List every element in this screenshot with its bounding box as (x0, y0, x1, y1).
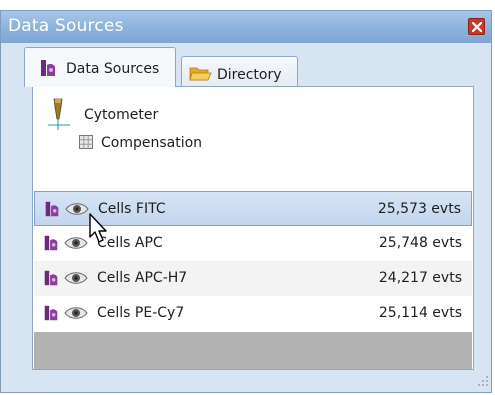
flask-icon (42, 234, 60, 256)
title-bar[interactable]: Data Sources (1, 11, 491, 43)
folder-icon (188, 63, 212, 87)
grid-icon (79, 135, 93, 153)
flask-icon (43, 200, 61, 222)
panel-footer (34, 332, 472, 369)
eye-icon[interactable] (65, 202, 89, 220)
flask-icon (42, 304, 60, 326)
data-source-name: Cells APC-H7 (97, 270, 188, 286)
tab-directory[interactable]: Directory (181, 56, 298, 87)
flask-icon (42, 269, 60, 291)
tab-data-sources-label: Data Sources (66, 61, 160, 77)
data-source-row[interactable]: Cells APC-H7 24,217 evts (34, 261, 472, 296)
flask-icon (38, 58, 58, 82)
event-count: 25,114 evts (378, 305, 462, 321)
close-button[interactable] (468, 18, 485, 35)
eye-icon[interactable] (64, 271, 88, 289)
tree-item-cytometer[interactable]: Cytometer (48, 97, 208, 130)
data-source-name: Cells PE-Cy7 (97, 305, 185, 321)
mouse-pointer-icon (88, 213, 112, 249)
tree-item-compensation[interactable]: Compensation (79, 131, 279, 157)
cytometer-icon (48, 97, 72, 135)
close-icon (472, 22, 482, 32)
cytometer-label: Cytometer (84, 107, 159, 123)
compensation-label: Compensation (101, 135, 203, 151)
eye-icon[interactable] (64, 306, 88, 324)
event-count: 25,573 evts (377, 201, 461, 217)
data-source-row[interactable]: Cells PE-Cy7 25,114 evts (34, 296, 472, 331)
tab-data-sources[interactable]: Data Sources (24, 47, 176, 87)
tab-directory-label: Directory (217, 67, 282, 83)
event-count: 24,217 evts (378, 270, 462, 286)
resize-grip-icon[interactable] (477, 372, 489, 391)
window-title: Data Sources (8, 16, 124, 36)
eye-icon[interactable] (64, 236, 88, 254)
event-count: 25,748 evts (378, 235, 462, 251)
